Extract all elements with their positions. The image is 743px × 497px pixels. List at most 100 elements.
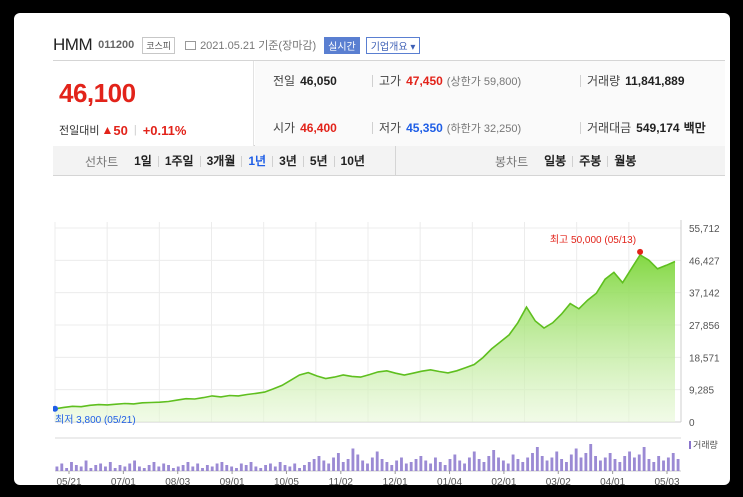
volume-bar xyxy=(239,463,243,471)
quote-details: 전일 46,050 고가 47,450 (상한가 59,800) 거래량 11,… xyxy=(255,61,725,146)
volume-bar xyxy=(521,462,525,471)
volume-bar xyxy=(99,463,103,471)
volume-bar xyxy=(356,454,360,471)
volume-bar xyxy=(506,463,510,471)
volume-bar xyxy=(74,465,78,471)
volume-bar xyxy=(201,468,204,471)
volume-bar xyxy=(487,456,491,471)
divider xyxy=(580,75,581,87)
volume-bar xyxy=(608,453,612,471)
volume-bar xyxy=(463,463,466,471)
volume-bar xyxy=(351,448,355,471)
volume-bar xyxy=(171,468,175,471)
volume-bar xyxy=(186,462,190,471)
x-axis-ticks: 05/21 07/01 08/03 09/01 10/05 11/02 12/01 01/04… xyxy=(56,471,680,485)
volume-bar xyxy=(574,448,578,471)
volume-bar xyxy=(307,462,311,471)
volume-bar xyxy=(94,465,98,471)
current-price-box: 46,100 전일대비 ▲ 50 | +0.11% xyxy=(53,61,254,146)
calendar-icon xyxy=(185,40,197,50)
volume-bar xyxy=(55,466,59,471)
x-tick-label: 04/01 xyxy=(600,477,625,485)
x-tick-label: 05/21 xyxy=(56,477,81,485)
divider xyxy=(372,122,373,134)
volume-bar xyxy=(269,463,272,471)
stock-panel: HMM 011200 코스피 2021.05.21 기준(장마감) 실시간 기업… xyxy=(53,30,725,485)
volume-legend-label: 거래량 xyxy=(693,439,718,450)
x-tick-label: 07/01 xyxy=(111,477,136,485)
volume-bar xyxy=(637,454,641,471)
tab-5y[interactable]: 5년 xyxy=(302,155,334,167)
candle-chart-label: 봉차트 xyxy=(495,154,529,169)
volume-bar xyxy=(671,453,675,471)
price-chart[interactable]: 55,712 46,427 37,142 27,856 18,571 9,285 0 거래량… xyxy=(53,176,725,485)
volume-bar xyxy=(89,468,93,471)
quote-date: 2021.05.21 기준(장마감) xyxy=(200,40,317,52)
volume-bar xyxy=(70,462,73,471)
stock-header: HMM 011200 코스피 2021.05.21 기준(장마감) 실시간 기업… xyxy=(53,30,725,60)
tab-1d[interactable]: 1일 xyxy=(128,155,158,167)
volume-bar xyxy=(482,462,486,471)
tab-1y[interactable]: 1년 xyxy=(241,155,272,167)
corp-info-button[interactable]: 기업개요 ▾ xyxy=(365,36,421,54)
tab-monthly[interactable]: 월봉 xyxy=(607,155,642,167)
volume-bar xyxy=(492,450,496,471)
volume-bar xyxy=(298,468,301,471)
low-label: 최저 3,800 (05/21) xyxy=(55,414,136,426)
volume-bar xyxy=(501,460,505,471)
divider xyxy=(372,75,373,87)
tab-3y[interactable]: 3년 xyxy=(272,155,303,167)
chart-period-tabs: 선차트 1일 1주일 3개월 1년 3년 5년 10년 봉차트 일봉 주봉 월봉 xyxy=(53,146,725,176)
volume-bar xyxy=(147,465,151,471)
volume-bar xyxy=(191,466,195,471)
tab-daily[interactable]: 일봉 xyxy=(538,155,572,167)
volume-bar xyxy=(244,465,248,471)
volume-bar xyxy=(472,451,476,471)
volume-bar xyxy=(118,465,122,471)
tab-weekly[interactable]: 주봉 xyxy=(572,155,607,167)
volume-bar xyxy=(336,453,340,471)
volume-bar xyxy=(278,462,282,471)
volume-bar xyxy=(84,460,88,471)
volume-bar xyxy=(113,468,117,471)
price-area-fill xyxy=(55,254,675,422)
tab-3m[interactable]: 3개월 xyxy=(199,155,242,167)
current-price: 46,100 xyxy=(59,78,136,108)
volume-bar xyxy=(205,465,209,471)
volume-bar xyxy=(176,466,180,471)
volume-bar xyxy=(225,465,229,471)
volume-bar xyxy=(550,457,554,471)
volume-bar xyxy=(162,463,166,471)
volume-bar xyxy=(123,466,127,471)
volume-bar xyxy=(254,466,258,471)
tab-10y[interactable]: 10년 xyxy=(333,155,371,167)
volume-bar xyxy=(613,459,617,471)
realtime-button[interactable]: 실시간 xyxy=(324,36,360,54)
volume-bars: 거래량 xyxy=(55,437,718,472)
volume-bar xyxy=(560,459,564,471)
volume-bar xyxy=(230,466,234,471)
volume-bar xyxy=(385,462,389,471)
line-chart-tabs: 선차트 1일 1주일 3개월 1년 3년 5년 10년 xyxy=(85,146,371,176)
price-change: 전일대비 ▲ 50 | +0.11% xyxy=(59,122,186,138)
volume-bar xyxy=(647,459,651,471)
volume-bar xyxy=(65,468,69,471)
volume-bar xyxy=(361,460,365,471)
x-tick-label: 09/01 xyxy=(220,477,245,485)
volume-bar xyxy=(623,456,627,471)
y-tick-label: 37,142 xyxy=(689,289,720,300)
x-tick-label: 02/01 xyxy=(491,477,516,485)
market-badge: 코스피 xyxy=(142,36,176,54)
high-price: 고가 47,450 (상한가 59,800) xyxy=(379,73,522,89)
stock-code: 011200 xyxy=(98,39,135,51)
volume-bar xyxy=(531,453,534,471)
tab-1w[interactable]: 1주일 xyxy=(157,155,200,167)
volume-bar xyxy=(652,462,656,471)
volume-bar xyxy=(594,456,598,471)
y-tick-label: 55,712 xyxy=(689,224,720,235)
volume-bar xyxy=(589,444,593,471)
volume-bar xyxy=(453,454,457,471)
change-amount: 50 xyxy=(113,122,128,138)
y-tick-label: 9,285 xyxy=(689,386,714,397)
volume-bar xyxy=(599,460,602,471)
